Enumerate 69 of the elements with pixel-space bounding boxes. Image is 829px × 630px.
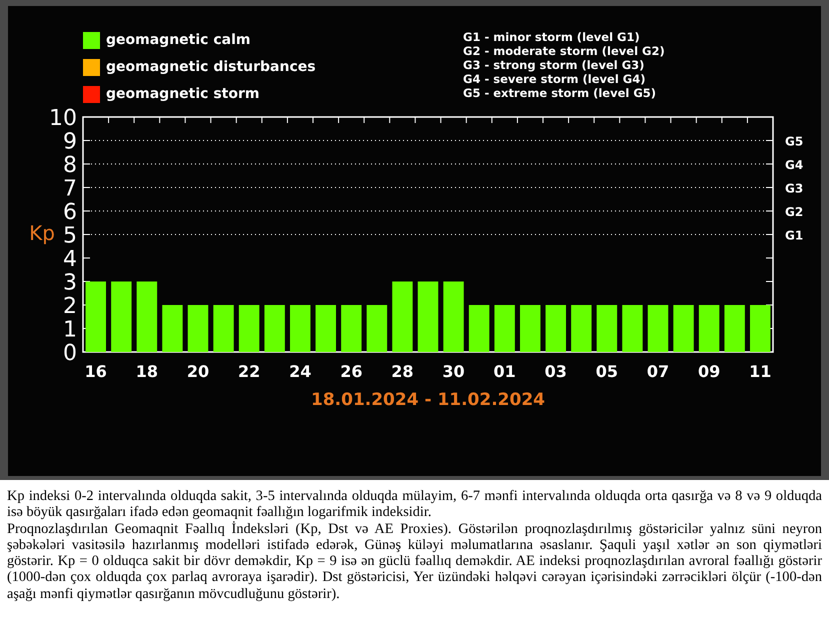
- bar: [443, 282, 464, 352]
- bar: [520, 305, 540, 352]
- y-tick-label: 10: [49, 106, 77, 131]
- bar: [546, 305, 566, 352]
- x-tick-label: 01: [494, 362, 516, 381]
- bar: [162, 305, 183, 352]
- bar: [698, 305, 720, 352]
- bar: [468, 305, 490, 352]
- storm-level-label: G3: [785, 182, 804, 196]
- storm-level-label: G4: [785, 158, 804, 172]
- description-paragraph: Kp indeksi 0-2 intervalında olduqda sakit, 3-5 intervalında olduqda mülayim, 6-7 mənfi intervalında olduqda orta qasırğa və 8 və 9 olduqda isə böyük qasırğaları ifadə edən geomaqnit fəallığın logarifmik indeksidir.: [7, 488, 822, 521]
- bar: [494, 305, 515, 352]
- bar: [111, 282, 132, 352]
- x-tick-label: 05: [596, 362, 618, 381]
- date-range: 18.01.2024 - 11.02.2024: [311, 390, 545, 410]
- x-tick-label: 24: [289, 362, 312, 381]
- x-tick-label: 09: [698, 362, 720, 381]
- bar: [392, 282, 413, 352]
- bar: [648, 305, 668, 352]
- bar: [86, 282, 106, 352]
- bar: [622, 305, 643, 352]
- storm-level-text: G5 - extreme storm (level G5): [463, 86, 658, 100]
- x-tick-label: 28: [391, 362, 414, 381]
- bar: [316, 305, 336, 352]
- storm-level-text: G4 - severe storm (level G4): [463, 72, 646, 86]
- x-tick-label: 30: [442, 362, 465, 381]
- y-tick-label: 0: [63, 341, 77, 366]
- x-tick-label: 03: [544, 362, 567, 381]
- storm-level-text: G3 - strong storm (level G3): [463, 58, 646, 72]
- y-tick-label: 5: [63, 224, 77, 248]
- x-tick-label: 11: [749, 362, 772, 381]
- storm-level-text: G2 - moderate storm (level G2): [463, 44, 665, 58]
- storm-level-text: G1 - minor storm (level G1): [463, 30, 641, 44]
- legend-label: geomagnetic disturbances: [106, 58, 316, 77]
- bar: [418, 282, 438, 352]
- x-tick-label: 20: [186, 362, 210, 381]
- y-tick-label: 8: [63, 153, 77, 178]
- storm-level-label: G2: [785, 205, 804, 219]
- bar: [750, 305, 770, 352]
- x-tick-label: 18: [136, 362, 158, 381]
- legend-label: geomagnetic calm: [106, 31, 250, 50]
- bar: [571, 305, 592, 352]
- x-tick-label: 26: [340, 362, 362, 381]
- bar: [366, 305, 388, 352]
- y-tick-label: 3: [63, 270, 77, 296]
- y-tick-label: 6: [63, 200, 77, 225]
- y-tick-label: 2: [63, 294, 77, 319]
- description-paragraph: Proqnozlaşdırılan Geomaqnit Fəallıq İndeksləri (Kp, Dst və AE Proxies). Göstərilən proqnozlaşdırılmış göstəricilər yalnız süni neyron şəbəkələri vasitəsilə hazırlanmış modelləri istifadə edərək, Günəş küləyi məlumatlarına əsaslanır. Şaquli yaşıl xətlər ən son qiymətləri göstərir. Kp = 0 olduqca sakit bir dövr deməkdir, Kp = 9 isə ən güclü fəallıq deməkdir. AE indeksi proqnozlaşdırılan avroral fəallığı göstərir (1000-dən çox olduqda çox parlaq avroraya işarədir). Dst göstəricisi, Yer üzündəki həlqəvi cərəyan içərisindəki zərrəcikləri ölçür (-100-dən aşağı mənfi qiymətlər qasırğanın mövcudluğunu göstərir).: [7, 520, 822, 602]
- bar: [264, 305, 285, 352]
- bar: [673, 305, 694, 352]
- storm-level-label: G5: [785, 134, 804, 148]
- storm-level-label: G1: [785, 228, 804, 242]
- bar: [213, 305, 234, 352]
- bar: [724, 305, 745, 352]
- axis-title: Kp: [29, 221, 55, 245]
- y-tick-label: 1: [63, 318, 77, 342]
- legend-label: geomagnetic storm: [106, 85, 260, 104]
- y-tick-label: 9: [63, 130, 77, 154]
- bar: [238, 305, 260, 352]
- y-tick-label: 4: [63, 247, 77, 272]
- bar: [341, 305, 362, 352]
- x-tick-label: 07: [646, 362, 670, 381]
- x-tick-label: 16: [84, 362, 107, 381]
- bar: [290, 305, 310, 352]
- x-tick-label: 22: [238, 362, 260, 381]
- bar: [596, 305, 618, 352]
- bar: [136, 282, 158, 352]
- y-tick-label: 7: [63, 176, 77, 202]
- bar: [188, 305, 208, 352]
